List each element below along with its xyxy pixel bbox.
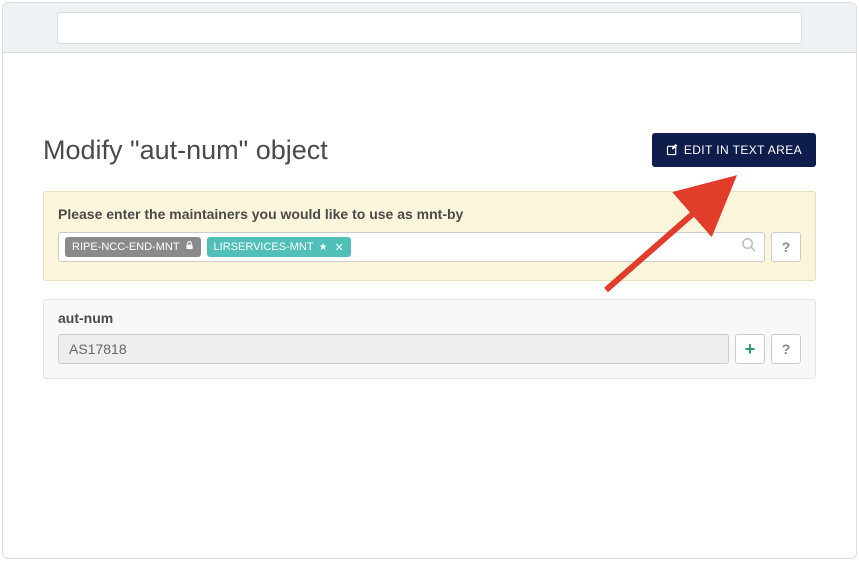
aut-num-section: aut-num + ? xyxy=(43,299,816,379)
search-icon xyxy=(741,237,756,257)
app-frame: Modify "aut-num" object EDIT IN TEXT ARE… xyxy=(2,2,857,559)
page-title: Modify "aut-num" object xyxy=(43,135,328,166)
aut-num-input[interactable] xyxy=(58,334,729,364)
top-bar xyxy=(3,3,856,53)
header-row: Modify "aut-num" object EDIT IN TEXT ARE… xyxy=(43,133,816,167)
tag-label: RIPE-NCC-END-MNT xyxy=(72,241,180,253)
top-search-input[interactable] xyxy=(57,12,802,44)
maintainer-panel: Please enter the maintainers you would l… xyxy=(43,191,816,281)
tag-label: LIRSERVICES-MNT xyxy=(214,241,314,253)
maintainer-tag-input[interactable]: RIPE-NCC-END-MNT LIRSERVICES-MNT ★ ✕ xyxy=(58,232,765,262)
edit-icon xyxy=(666,144,678,156)
aut-num-row: + ? xyxy=(58,334,801,364)
edit-button-label: EDIT IN TEXT AREA xyxy=(684,143,802,157)
star-icon: ★ xyxy=(319,242,328,253)
main-content: Modify "aut-num" object EDIT IN TEXT ARE… xyxy=(3,53,856,399)
maintainer-row: RIPE-NCC-END-MNT LIRSERVICES-MNT ★ ✕ ? xyxy=(58,232,801,262)
remove-tag-icon[interactable]: ✕ xyxy=(335,241,344,254)
edit-text-area-button[interactable]: EDIT IN TEXT AREA xyxy=(652,133,816,167)
add-attribute-button[interactable]: + xyxy=(735,334,765,364)
maintainer-label: Please enter the maintainers you would l… xyxy=(58,206,801,222)
aut-num-label: aut-num xyxy=(58,310,801,326)
maintainer-help-button[interactable]: ? xyxy=(771,232,801,262)
aut-num-help-button[interactable]: ? xyxy=(771,334,801,364)
maintainer-tag[interactable]: LIRSERVICES-MNT ★ ✕ xyxy=(207,237,351,257)
maintainer-tag[interactable]: RIPE-NCC-END-MNT xyxy=(65,237,201,257)
lock-icon xyxy=(185,241,194,253)
